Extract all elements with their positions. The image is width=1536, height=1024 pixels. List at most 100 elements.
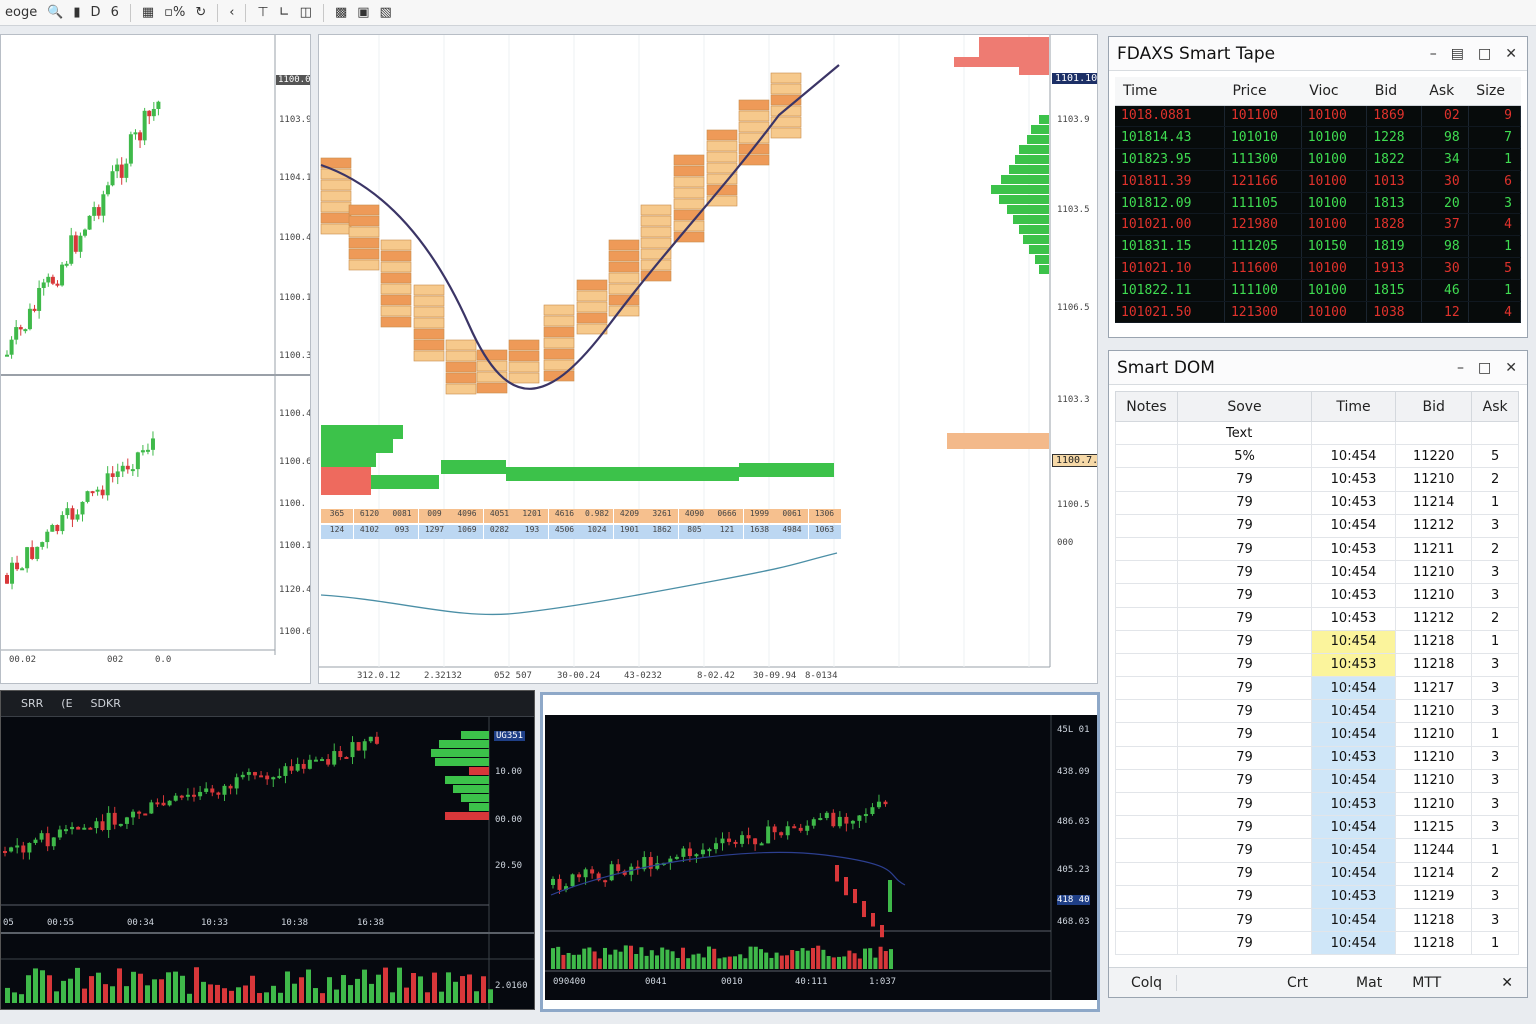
dom-column-header[interactable]: Notes xyxy=(1115,391,1178,422)
dom-column-header[interactable]: Ask xyxy=(1471,391,1519,422)
dom-cell-notes[interactable] xyxy=(1115,629,1178,654)
dom-cell-notes[interactable] xyxy=(1115,907,1178,933)
dom-column-header[interactable]: Bid xyxy=(1395,391,1473,422)
dom-cell-notes[interactable] xyxy=(1115,815,1178,840)
dom-cell-notes[interactable] xyxy=(1115,467,1178,492)
footprint-chart[interactable] xyxy=(319,35,1098,684)
measure-icon[interactable]: ∟ xyxy=(277,5,292,20)
profile-icon[interactable]: ▧ xyxy=(378,5,394,20)
dom-cell-notes[interactable] xyxy=(1115,745,1178,770)
dom-row[interactable]: 79 10:453 11212 2 xyxy=(1115,606,1519,631)
dom-row[interactable]: 79 10:454 11218 1 xyxy=(1115,931,1519,956)
tape-row[interactable]: 101831.15 111205 10150 1819 98 1 xyxy=(1115,235,1522,259)
dom-row[interactable]: 79 10:454 11210 3 xyxy=(1115,560,1519,585)
layout-icon[interactable]: ◫ xyxy=(298,5,314,20)
footer-button[interactable]: Mat xyxy=(1356,975,1382,991)
percent-icon[interactable]: ▫% xyxy=(162,5,187,20)
dom-cell-notes[interactable] xyxy=(1115,699,1178,724)
dom-cell-notes[interactable] xyxy=(1115,861,1178,886)
dom-cell-notes[interactable] xyxy=(1115,444,1178,469)
tape-row[interactable]: 101021.50 121300 10100 1038 12 4 xyxy=(1115,301,1522,324)
footer-button[interactable]: MTT xyxy=(1412,975,1441,991)
left-price-chart[interactable] xyxy=(1,35,311,684)
dom-column-header[interactable]: Time xyxy=(1310,391,1397,422)
dom-cell-notes[interactable] xyxy=(1115,652,1178,678)
tape-column-header[interactable]: Size xyxy=(1468,77,1521,106)
footprint-chart-panel[interactable]: 1101.10 1100.7.7 1103.9 1103.5 1106.5 1103.… xyxy=(318,34,1098,684)
tape-row[interactable]: 101021.00 121980 10100 1828 37 4 xyxy=(1115,213,1522,237)
close-icon[interactable]: ✕ xyxy=(1505,46,1517,62)
dom-cell-notes[interactable] xyxy=(1115,536,1178,562)
dom-row[interactable]: 79 10:454 11215 3 xyxy=(1115,815,1519,840)
dom-row[interactable]: 79 10:453 11214 1 xyxy=(1115,490,1519,515)
tape-column-header[interactable]: Vioc xyxy=(1301,77,1367,106)
draw-icon[interactable]: D xyxy=(89,5,103,20)
toolbar-number[interactable]: 6 xyxy=(109,5,121,20)
tape-row[interactable]: 1018.0881 101100 10100 1869 02 9 xyxy=(1115,105,1522,128)
dom-column-header[interactable]: Sove xyxy=(1177,391,1312,422)
dom-row[interactable]: 79 10:453 11210 3 xyxy=(1115,583,1519,608)
footer-button[interactable]: Colq xyxy=(1117,974,1177,991)
dom-row[interactable]: 79 10:454 11210 1 xyxy=(1115,722,1519,747)
dom-row[interactable]: 79 10:453 11210 3 xyxy=(1115,791,1519,817)
dom-cell-notes[interactable] xyxy=(1115,676,1178,701)
dom-row[interactable]: 79 10:453 11218 3 xyxy=(1115,652,1519,678)
tape-row[interactable]: 101811.39 121166 10100 1013 30 6 xyxy=(1115,170,1522,193)
bottom-left-price-chart[interactable] xyxy=(1,691,535,1010)
dom-cell-notes[interactable] xyxy=(1115,791,1178,817)
dom-row[interactable]: 79 10:454 11214 2 xyxy=(1115,861,1519,886)
dom-cell-notes[interactable] xyxy=(1115,768,1178,794)
tape-row[interactable]: 101822.11 111100 10100 1815 46 1 xyxy=(1115,279,1522,302)
dom-cell-notes[interactable] xyxy=(1115,583,1178,608)
dom-row[interactable]: 79 10:454 11218 3 xyxy=(1115,907,1519,933)
dom-row[interactable]: 79 10:454 11212 3 xyxy=(1115,513,1519,538)
dom-row[interactable]: 79 10:453 11219 3 xyxy=(1115,884,1519,909)
toolbar-label[interactable]: eoge xyxy=(3,5,39,20)
dom-row[interactable]: 5% 10:454 11220 5 xyxy=(1115,444,1519,469)
close-icon[interactable]: ✕ xyxy=(1501,975,1513,991)
minimize-icon[interactable]: – xyxy=(1430,46,1437,62)
smart-dom-titlebar[interactable]: Smart DOM – □ ✕ xyxy=(1109,351,1527,385)
volume-icon[interactable]: ▣ xyxy=(355,5,371,20)
dom-cell-notes[interactable] xyxy=(1115,513,1178,538)
dom-row[interactable]: 79 10:454 11210 3 xyxy=(1115,768,1519,794)
dom-cell-notes[interactable] xyxy=(1115,884,1178,909)
bottom-right-chart-panel[interactable]: 45L 01 438.09 486.03 405.23 418 40 468.03 090… xyxy=(540,692,1100,1012)
dom-cell-notes[interactable] xyxy=(1115,490,1178,515)
tape-row[interactable]: 101021.10 111600 10100 1913 30 5 xyxy=(1115,257,1522,280)
cursor-icon[interactable]: ▮ xyxy=(71,5,82,20)
refresh-icon[interactable]: ↻ xyxy=(193,5,208,20)
left-chart-panel[interactable]: 1100.0 1103.9 1104.1 1100.4 1100.1 1100.3 110… xyxy=(0,34,311,684)
dom-cell-notes[interactable] xyxy=(1115,606,1178,631)
lock-icon[interactable]: ▤ xyxy=(1451,46,1464,62)
text-tool-icon[interactable]: ⊤ xyxy=(255,5,270,20)
smart-dom-window[interactable]: Smart DOM – □ ✕ Notes Sove Time Bid Ask Text… xyxy=(1108,350,1528,998)
bottom-right-chart-area[interactable]: 45L 01 438.09 486.03 405.23 418 40 468.03 090… xyxy=(545,715,1097,1000)
tape-column-header[interactable]: Ask xyxy=(1421,77,1469,106)
dom-row[interactable]: 79 10:454 11218 1 xyxy=(1115,629,1519,654)
search-icon[interactable]: 🔍 xyxy=(45,5,65,20)
dom-row[interactable]: 79 10:454 11244 1 xyxy=(1115,838,1519,863)
minimize-icon[interactable]: – xyxy=(1457,360,1464,376)
dom-row[interactable]: 79 10:453 11211 2 xyxy=(1115,536,1519,562)
tape-column-header[interactable]: Price xyxy=(1224,77,1302,106)
tape-row[interactable]: 101814.43 101010 10100 1228 98 7 xyxy=(1115,126,1522,150)
bottom-right-price-chart[interactable] xyxy=(545,715,1097,1000)
dom-cell-notes[interactable] xyxy=(1115,838,1178,863)
dom-cell-notes[interactable] xyxy=(1115,560,1178,585)
maximize-icon[interactable]: □ xyxy=(1478,360,1491,376)
dom-cell-notes[interactable] xyxy=(1115,931,1178,956)
dom-row[interactable]: 79 10:454 11217 3 xyxy=(1115,676,1519,701)
dom-row[interactable]: 79 10:453 11210 2 xyxy=(1115,467,1519,492)
close-icon[interactable]: ✕ xyxy=(1505,360,1517,376)
tape-row[interactable]: 101823.95 111300 10100 1822 34 1 xyxy=(1115,148,1522,171)
smart-tape-titlebar[interactable]: FDAXS Smart Tape – ▤ □ ✕ xyxy=(1109,37,1527,71)
maximize-icon[interactable]: □ xyxy=(1478,46,1491,62)
dom-row[interactable]: 79 10:453 11210 3 xyxy=(1115,745,1519,770)
bars-icon[interactable]: ▩ xyxy=(333,5,349,20)
footer-button[interactable]: Crt xyxy=(1287,975,1308,991)
tape-column-header[interactable]: Time xyxy=(1115,77,1225,106)
back-icon[interactable]: ‹ xyxy=(227,5,236,20)
tape-row[interactable]: 101812.09 111105 10100 1813 20 3 xyxy=(1115,192,1522,215)
dom-cell-notes[interactable] xyxy=(1115,722,1178,747)
